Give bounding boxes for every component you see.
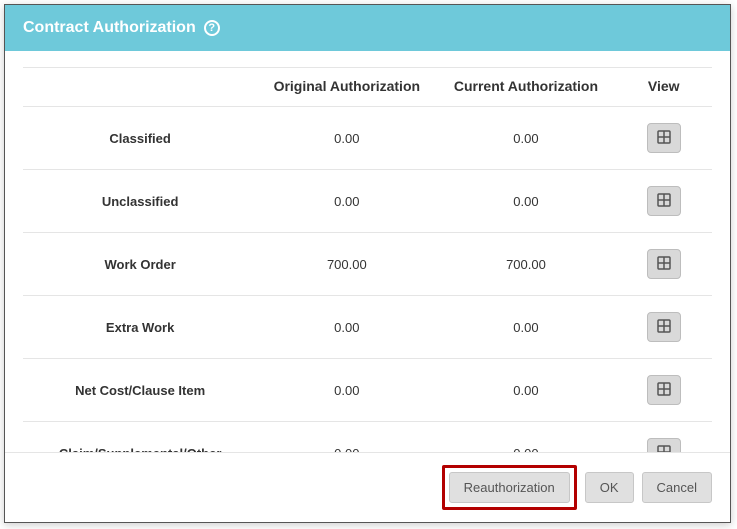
header-label xyxy=(23,68,257,107)
table-row: Unclassified0.000.00 xyxy=(23,170,712,233)
current-value: 0.00 xyxy=(436,107,615,170)
grid-icon xyxy=(657,319,671,336)
ok-button[interactable]: OK xyxy=(585,472,634,503)
dialog-body: Original Authorization Current Authoriza… xyxy=(5,51,730,485)
row-label: Unclassified xyxy=(23,170,257,233)
row-label: Classified xyxy=(23,107,257,170)
view-button[interactable] xyxy=(647,375,681,405)
current-value: 700.00 xyxy=(436,233,615,296)
view-button[interactable] xyxy=(647,312,681,342)
row-label: Work Order xyxy=(23,233,257,296)
current-value: 0.00 xyxy=(436,170,615,233)
current-value: 0.00 xyxy=(436,296,615,359)
table-row: Net Cost/Clause Item0.000.00 xyxy=(23,359,712,422)
original-value: 0.00 xyxy=(257,107,436,170)
row-label: Extra Work xyxy=(23,296,257,359)
grid-icon xyxy=(657,130,671,147)
dialog-header: Contract Authorization ? xyxy=(5,5,730,51)
original-value: 0.00 xyxy=(257,296,436,359)
grid-icon xyxy=(657,382,671,399)
contract-authorization-dialog: Contract Authorization ? Original Author… xyxy=(4,4,731,523)
cancel-button[interactable]: Cancel xyxy=(642,472,712,503)
authorization-table: Original Authorization Current Authoriza… xyxy=(23,67,712,485)
view-button[interactable] xyxy=(647,186,681,216)
view-cell xyxy=(616,107,712,170)
dialog-footer: Reauthorization OK Cancel xyxy=(5,452,730,522)
grid-icon xyxy=(657,193,671,210)
reauthorization-highlight: Reauthorization xyxy=(442,465,577,510)
header-original: Original Authorization xyxy=(257,68,436,107)
row-label: Net Cost/Clause Item xyxy=(23,359,257,422)
reauthorization-button[interactable]: Reauthorization xyxy=(449,472,570,503)
view-button[interactable] xyxy=(647,249,681,279)
table-header-row: Original Authorization Current Authoriza… xyxy=(23,68,712,107)
help-icon[interactable]: ? xyxy=(204,20,220,36)
header-current: Current Authorization xyxy=(436,68,615,107)
current-value: 0.00 xyxy=(436,359,615,422)
table-row: Extra Work0.000.00 xyxy=(23,296,712,359)
original-value: 700.00 xyxy=(257,233,436,296)
header-view: View xyxy=(616,68,712,107)
view-cell xyxy=(616,170,712,233)
view-button[interactable] xyxy=(647,123,681,153)
view-cell xyxy=(616,359,712,422)
table-row: Classified0.000.00 xyxy=(23,107,712,170)
view-cell xyxy=(616,296,712,359)
view-cell xyxy=(616,233,712,296)
grid-icon xyxy=(657,256,671,273)
table-row: Work Order700.00700.00 xyxy=(23,233,712,296)
dialog-title: Contract Authorization xyxy=(23,19,196,37)
original-value: 0.00 xyxy=(257,359,436,422)
original-value: 0.00 xyxy=(257,170,436,233)
